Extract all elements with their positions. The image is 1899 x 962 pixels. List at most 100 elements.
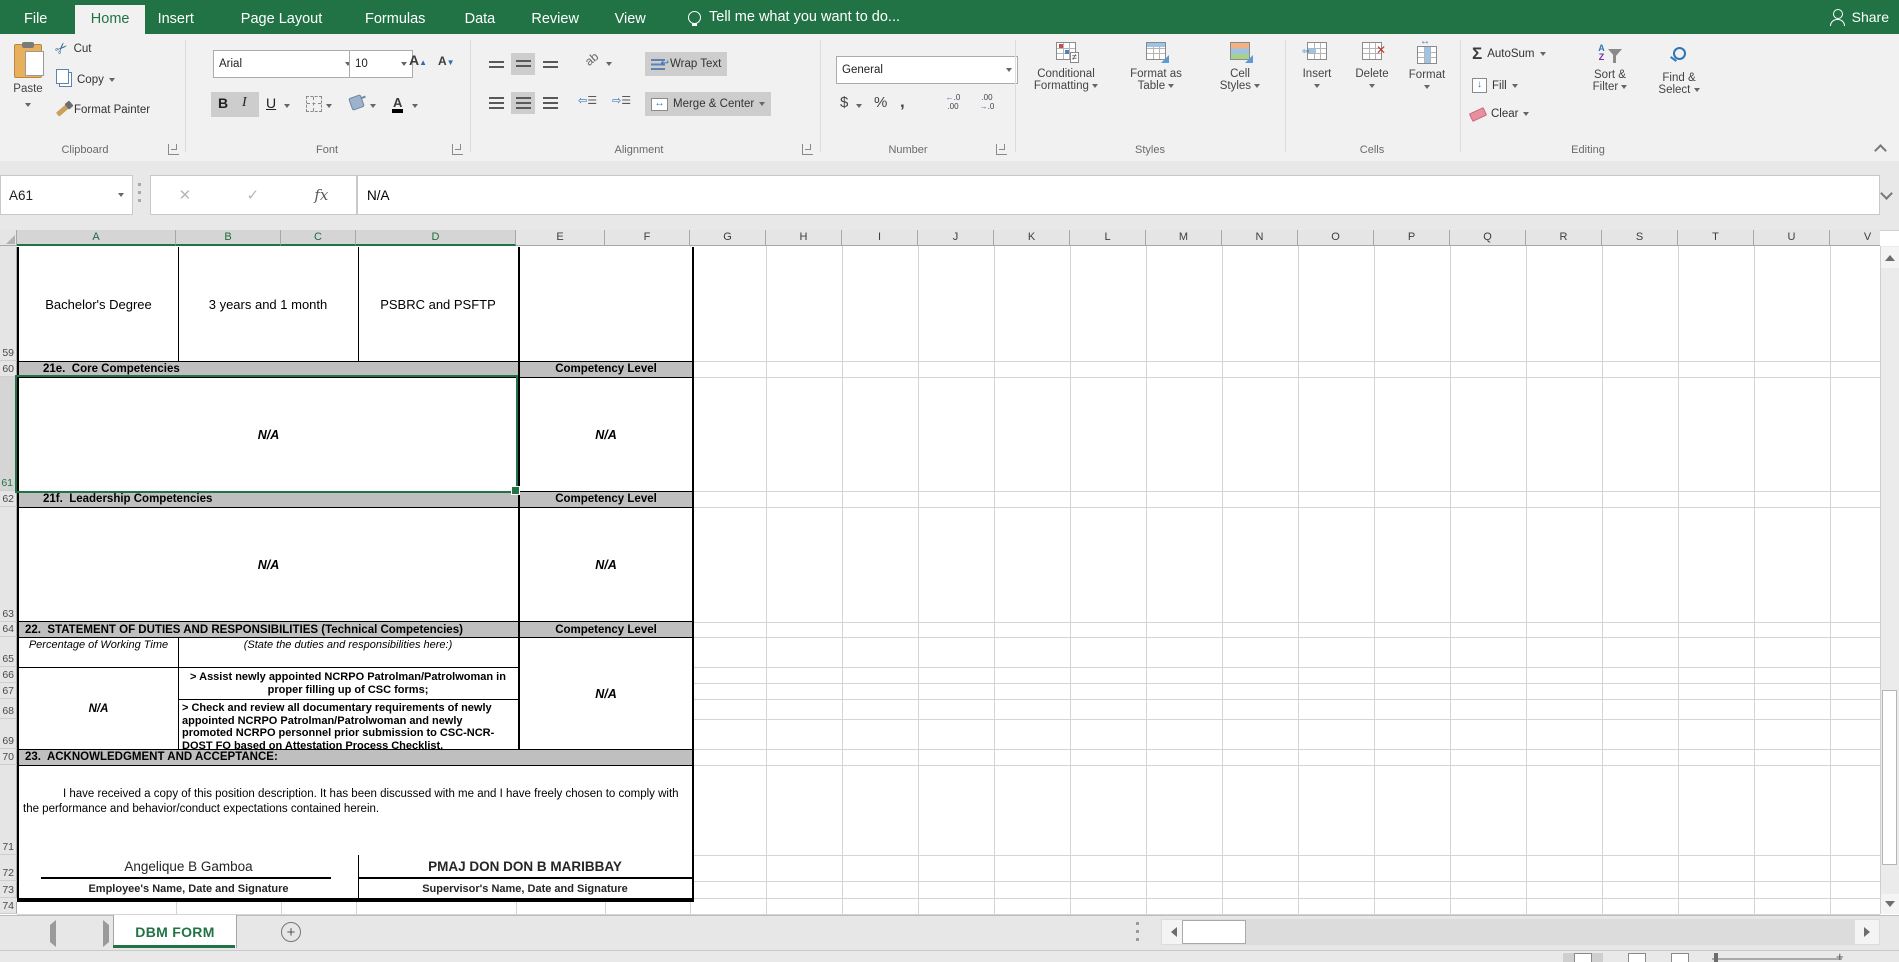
format-cells-button[interactable]: ↔ Format bbox=[1400, 36, 1454, 89]
column-header-U[interactable]: U bbox=[1754, 230, 1830, 246]
formula-input[interactable]: N/A bbox=[357, 175, 1880, 215]
tab-scroll-splitter[interactable] bbox=[1136, 922, 1139, 942]
row-header-65[interactable]: 65 bbox=[0, 637, 17, 667]
cell-supervisor-name[interactable]: PMAJ DON DON B MARIBBAY bbox=[358, 851, 692, 876]
paste-button[interactable]: Paste bbox=[6, 42, 50, 113]
expand-formula-bar-button[interactable] bbox=[1880, 185, 1893, 203]
delete-cells-button[interactable]: ✕ Delete bbox=[1346, 42, 1398, 88]
column-header-T[interactable]: T bbox=[1678, 230, 1754, 246]
borders-button[interactable] bbox=[306, 96, 322, 117]
cell-e63-level[interactable]: N/A bbox=[520, 508, 692, 621]
cell-e61-level[interactable]: N/A bbox=[520, 378, 692, 491]
number-format-combo[interactable]: General bbox=[836, 56, 1018, 84]
number-dialog-launcher[interactable] bbox=[996, 144, 1007, 155]
cell-d59[interactable]: PSBRC and PSFTP bbox=[358, 247, 518, 361]
clear-button[interactable]: Clear bbox=[1468, 106, 1530, 122]
clipboard-dialog-launcher[interactable] bbox=[168, 144, 179, 155]
cell-duty-2[interactable]: > Check and review all documentary requi… bbox=[182, 700, 516, 752]
cell-acknowledgment-text[interactable]: I have received a copy of this position … bbox=[23, 787, 687, 816]
fill-color-button[interactable] bbox=[348, 94, 365, 114]
column-header-E[interactable]: E bbox=[516, 230, 605, 246]
horizontal-scroll-thumb[interactable] bbox=[1182, 920, 1246, 944]
row-header-62[interactable]: 62 bbox=[0, 491, 17, 507]
cell-percentage-value[interactable]: N/A bbox=[19, 699, 178, 719]
cell-a59[interactable]: Bachelor's Degree bbox=[19, 247, 178, 361]
zoom-slider-thumb[interactable] bbox=[1714, 953, 1718, 962]
ribbon-tab-review[interactable]: Review bbox=[515, 5, 595, 34]
formula-bar-splitter[interactable] bbox=[138, 183, 141, 207]
autosum-button[interactable]: Σ AutoSum bbox=[1472, 45, 1546, 62]
horizontal-scrollbar[interactable] bbox=[1161, 919, 1880, 945]
alignment-dialog-launcher[interactable] bbox=[802, 144, 813, 155]
row-header-69[interactable]: 69 bbox=[0, 719, 17, 749]
align-left-button[interactable] bbox=[484, 92, 508, 114]
ribbon-tab-home[interactable]: Home bbox=[74, 5, 146, 34]
column-header-M[interactable]: M bbox=[1146, 230, 1222, 246]
sort-filter-button[interactable]: AZ Sort & Filter bbox=[1578, 44, 1642, 93]
merge-center-button[interactable]: ↔ Merge & Center bbox=[645, 92, 772, 116]
increase-decimal-button[interactable]: ←.0.00 bbox=[938, 90, 968, 119]
share-button[interactable]: Share bbox=[1829, 0, 1889, 34]
format-painter-button[interactable]: Format Painter bbox=[55, 103, 150, 117]
middle-align-button[interactable] bbox=[511, 53, 535, 75]
fill-handle[interactable] bbox=[511, 486, 520, 495]
fill-button[interactable]: ↓ Fill bbox=[1472, 78, 1518, 93]
scroll-up-button[interactable] bbox=[1881, 247, 1899, 268]
scroll-right-button[interactable] bbox=[1855, 920, 1879, 944]
ribbon-tab-file[interactable]: File bbox=[8, 5, 63, 34]
column-header-A[interactable]: A bbox=[17, 230, 176, 246]
row-header-70[interactable]: 70 bbox=[0, 749, 17, 765]
cell-21f-label[interactable]: 21f. Leadership Competencies bbox=[43, 491, 518, 507]
column-header-S[interactable]: S bbox=[1602, 230, 1678, 246]
page-layout-view-button[interactable] bbox=[1617, 953, 1657, 962]
accounting-format-button[interactable]: $ bbox=[840, 94, 848, 111]
percent-style-button[interactable]: % bbox=[874, 94, 887, 111]
cancel-icon[interactable]: ✕ bbox=[179, 186, 192, 204]
insert-function-icon[interactable]: fx bbox=[314, 186, 328, 204]
column-header-C[interactable]: C bbox=[281, 230, 356, 246]
increase-indent-button[interactable]: ⇨☰ bbox=[612, 94, 631, 107]
format-as-table-button[interactable]: Format as Table bbox=[1117, 42, 1195, 92]
row-header-63[interactable]: 63 bbox=[0, 507, 17, 622]
font-size-combo[interactable]: 10 bbox=[349, 50, 413, 78]
collapse-ribbon-button[interactable] bbox=[1874, 142, 1887, 160]
font-name-combo[interactable]: Arial bbox=[213, 50, 357, 78]
column-header-Q[interactable]: Q bbox=[1450, 230, 1526, 246]
row-header-67[interactable]: 67 bbox=[0, 683, 17, 699]
name-box[interactable]: A61 bbox=[0, 175, 133, 215]
row-header-71[interactable]: 71 bbox=[0, 765, 17, 855]
normal-view-button[interactable] bbox=[1563, 953, 1603, 962]
column-header-J[interactable]: J bbox=[918, 230, 994, 246]
row-header-74[interactable]: 74 bbox=[0, 902, 17, 914]
next-sheet-button[interactable] bbox=[103, 920, 109, 947]
decrease-font-button[interactable]: A▼ bbox=[438, 54, 455, 68]
row-header-66[interactable]: 66 bbox=[0, 667, 17, 683]
column-header-I[interactable]: I bbox=[842, 230, 918, 246]
column-header-F[interactable]: F bbox=[605, 230, 690, 246]
bold-button[interactable]: B bbox=[218, 95, 228, 111]
column-header-V[interactable]: V bbox=[1830, 230, 1880, 246]
cell-21e-level-header[interactable]: Competency Level bbox=[520, 361, 692, 377]
zoom-in-button[interactable]: + bbox=[1836, 950, 1845, 962]
cell-percentage-header[interactable]: Percentage of Working Time bbox=[23, 638, 174, 668]
cell-b59[interactable]: 3 years and 1 month bbox=[178, 247, 358, 361]
scroll-down-button[interactable] bbox=[1881, 894, 1899, 914]
column-header-G[interactable]: G bbox=[690, 230, 766, 246]
zoom-slider[interactable] bbox=[1712, 958, 1842, 960]
row-header-59[interactable]: 59 bbox=[0, 247, 17, 361]
column-header-R[interactable]: R bbox=[1526, 230, 1602, 246]
prev-sheet-button[interactable] bbox=[50, 920, 56, 947]
cell-duties-level[interactable]: N/A bbox=[520, 638, 692, 749]
column-header-O[interactable]: O bbox=[1298, 230, 1374, 246]
cut-button[interactable]: ✂ Cut bbox=[51, 38, 91, 59]
cell-21f-level-header[interactable]: Competency Level bbox=[520, 491, 692, 507]
column-header-B[interactable]: B bbox=[176, 230, 281, 246]
ribbon-tab-page-layout[interactable]: Page Layout bbox=[225, 5, 338, 34]
new-sheet-button[interactable]: + bbox=[281, 922, 301, 942]
cell-a63-leadership-competencies[interactable]: N/A bbox=[19, 508, 518, 621]
sheet-tab-dbm-form[interactable]: DBM FORM bbox=[113, 915, 237, 948]
ribbon-tab-data[interactable]: Data bbox=[449, 5, 512, 34]
cell-employee-name[interactable]: Angelique B Gamboa bbox=[19, 851, 358, 876]
underline-button[interactable]: U bbox=[266, 95, 276, 111]
ribbon-tab-view[interactable]: View bbox=[599, 5, 662, 34]
